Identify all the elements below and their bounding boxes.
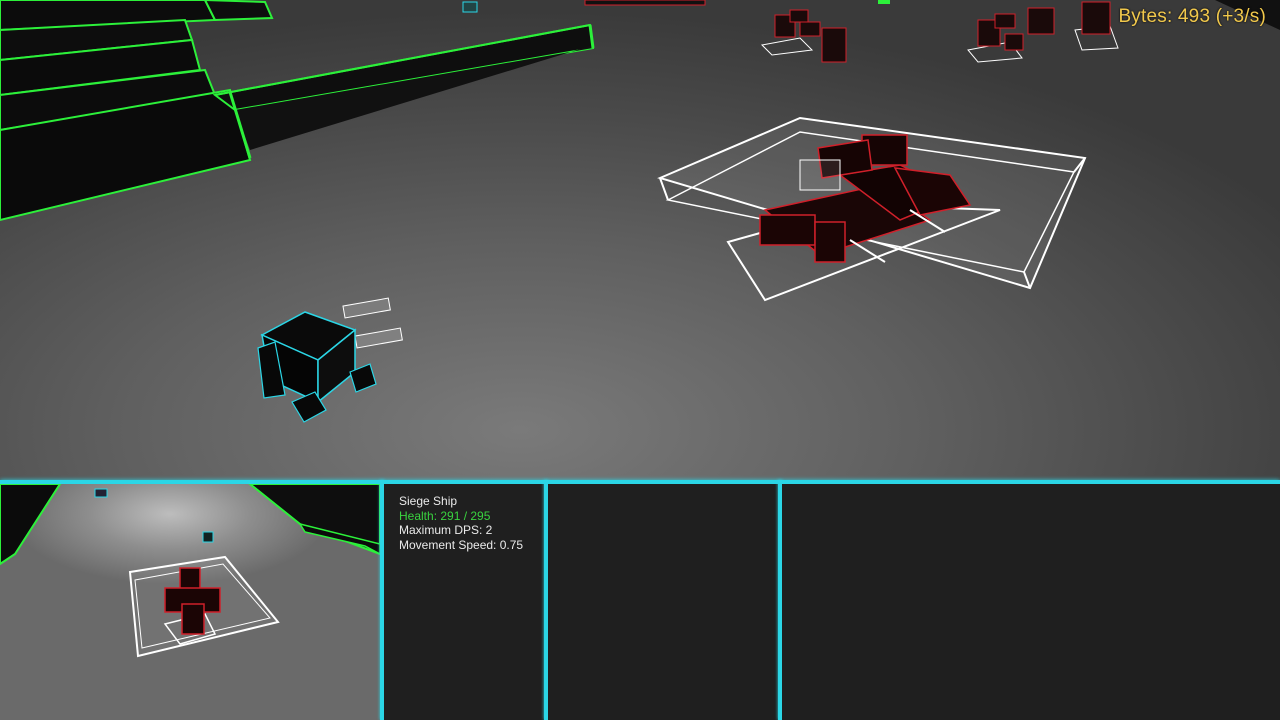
unit-health: Health: 291 / 295 [399, 508, 491, 523]
friendly-cyan-unit[interactable] [257, 297, 403, 423]
enemy-unit[interactable] [821, 27, 847, 63]
command-panel[interactable] [548, 484, 778, 720]
battlefield-scene [0, 0, 1280, 423]
selection-camera-scene [0, 484, 380, 658]
distant-enemy-units[interactable] [760, 1, 1119, 63]
selected-siege-ship[interactable] [657, 116, 1087, 302]
resource-counter: Bytes: 493 (+3/s) [1118, 6, 1266, 27]
enemy-unit[interactable] [1027, 7, 1055, 35]
unit-movement-speed: Movement Speed: 0.75 [399, 537, 524, 552]
bottom-hud: Siege Ship Health: 291 / 295 Maximum DPS… [0, 480, 1280, 720]
action-panel[interactable] [782, 484, 1280, 720]
game-viewport[interactable]: Bytes: 493 (+3/s) [0, 0, 1280, 480]
enemy-unit[interactable] [1074, 1, 1119, 51]
unit-name: Siege Ship [399, 494, 458, 508]
unit-max-dps: Maximum DPS: 2 [399, 523, 493, 537]
game-screen: Bytes: 493 (+3/s) Siege Ship Health: 291… [0, 0, 1280, 720]
unit-info-panel: Siege Ship Health: 291 / 295 Maximum DPS… [384, 484, 544, 720]
enemy-unit[interactable] [760, 9, 821, 56]
selected-unit-preview [128, 555, 280, 658]
enemy-unit[interactable] [967, 13, 1024, 63]
selection-camera-view[interactable] [0, 484, 380, 720]
terrain-walls [0, 0, 595, 222]
